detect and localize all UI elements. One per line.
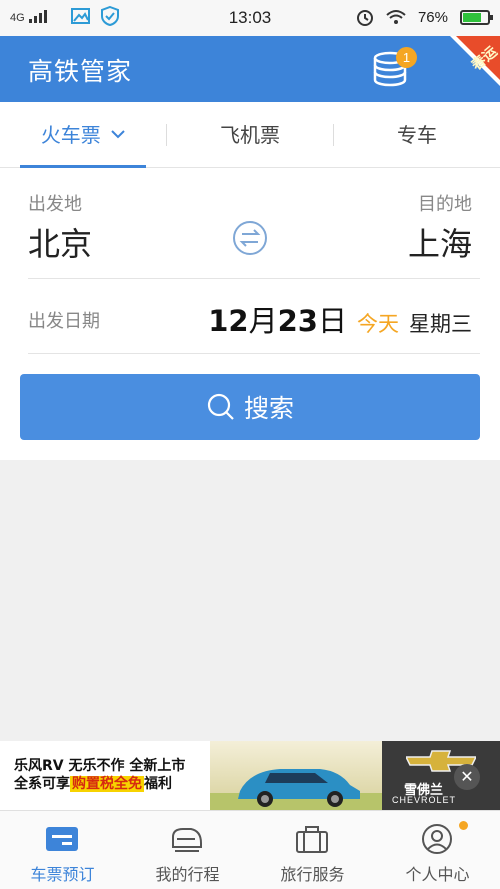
form-divider xyxy=(28,353,480,354)
origin-city[interactable]: 北京 xyxy=(28,219,92,265)
ad-line-2-prefix: 全系可享 xyxy=(14,776,70,792)
origin-label: 出发地 xyxy=(28,194,82,215)
nav-travel-services[interactable]: 旅行服务 xyxy=(250,811,375,889)
notification-badge: 1 xyxy=(396,47,417,68)
ad-banner[interactable]: 乐风RV 无乐不作 全新上市 全系可享 购置税全免 福利 雪佛兰 CHEVROLET xyxy=(0,741,500,810)
chevrolet-brand: 雪佛兰 CHEVROLET xyxy=(382,741,500,810)
nav-ticket-booking[interactable]: 车票预订 xyxy=(0,811,125,889)
ad-close-button[interactable]: ✕ xyxy=(454,764,480,790)
status-bar: 4G 13:03 76% xyxy=(0,0,500,36)
destination-city[interactable]: 上海 xyxy=(408,219,472,265)
search-form: 出发地 北京 目的地 上海 出发日期 12月23日 今天 星期三 搜索 xyxy=(0,168,500,460)
date-day: 23 xyxy=(277,304,318,338)
today-label: 今天 xyxy=(357,312,399,336)
form-divider xyxy=(28,278,480,279)
brand-sub: CHEVROLET xyxy=(392,795,457,805)
tab-car[interactable]: 专车 xyxy=(334,102,500,168)
search-button[interactable]: 搜索 xyxy=(20,374,480,440)
tab-train[interactable]: 火车票 xyxy=(0,102,166,168)
tab-flight[interactable]: 飞机票 xyxy=(167,102,333,168)
nav-label: 我的行程 xyxy=(155,865,220,884)
nav-label: 旅行服务 xyxy=(280,865,345,884)
swap-icon[interactable] xyxy=(232,220,268,256)
ad-highlight: 购置税全免 xyxy=(70,776,144,792)
battery-icon xyxy=(460,9,493,25)
nav-profile[interactable]: 个人中心 xyxy=(375,811,500,889)
luggage-icon xyxy=(296,826,328,853)
date-month-unit: 月 xyxy=(248,304,278,338)
date-label: 出发日期 xyxy=(28,311,100,332)
date-value: 12月23日 xyxy=(208,298,347,340)
nav-label: 个人中心 xyxy=(405,865,470,884)
tab-car-label: 专车 xyxy=(397,123,437,147)
ad-car-image xyxy=(210,741,382,810)
ad-line-2: 全系可享 购置税全免 福利 xyxy=(14,775,185,793)
ad-text: 乐风RV 无乐不作 全新上市 全系可享 购置税全免 福利 xyxy=(14,757,185,793)
search-button-label: 搜索 xyxy=(243,394,294,423)
battery-fill xyxy=(463,12,481,22)
battery-percent: 76% xyxy=(417,8,448,26)
nav-label: 车票预订 xyxy=(30,865,95,884)
ticket-type-tabs: 火车票 飞机票 专车 xyxy=(0,102,500,168)
tab-flight-label: 飞机票 xyxy=(220,123,280,147)
bottom-nav: 车票预订 我的行程 旅行服务 个人中心 xyxy=(0,810,500,889)
notification-dot xyxy=(459,821,468,830)
ad-line-1: 乐风RV 无乐不作 全新上市 xyxy=(14,758,186,774)
spring-festival-corner[interactable]: 春运 xyxy=(436,36,500,102)
user-icon xyxy=(422,824,452,854)
wifi-icon xyxy=(386,10,406,24)
destination-label: 目的地 xyxy=(418,194,472,215)
departure-date[interactable]: 12月23日 今天 星期三 xyxy=(208,298,472,340)
alarm-icon xyxy=(356,10,373,26)
search-icon xyxy=(207,393,234,420)
nav-my-trips[interactable]: 我的行程 xyxy=(125,811,250,889)
date-month: 12 xyxy=(208,304,249,338)
chevron-down-icon xyxy=(111,129,125,138)
car-illustration xyxy=(210,769,382,810)
train-icon xyxy=(172,828,202,852)
weekday-label: 星期三 xyxy=(409,312,472,336)
app-title: 高铁管家 xyxy=(28,57,133,86)
app-header: 高铁管家 1 春运 xyxy=(0,36,500,102)
tab-train-label: 火车票 xyxy=(40,123,101,147)
status-right: 76% xyxy=(356,8,493,26)
date-day-unit: 日 xyxy=(317,304,347,338)
ticket-icon xyxy=(46,827,78,851)
ad-line-2-suffix: 福利 xyxy=(144,776,172,792)
